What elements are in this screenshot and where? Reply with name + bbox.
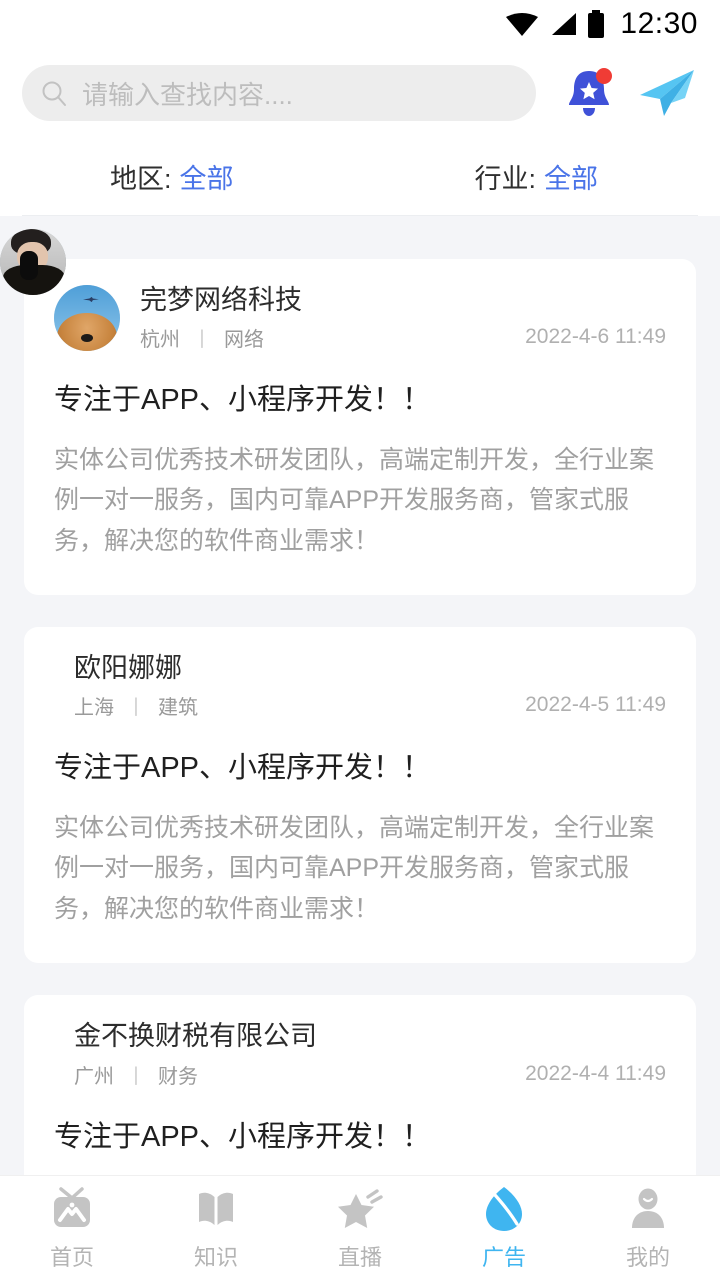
author-industry: 建筑	[158, 697, 198, 720]
author-industry: 网络	[224, 329, 264, 352]
avatar[interactable]	[0, 229, 66, 295]
tab-ads[interactable]: 广告	[432, 1185, 576, 1272]
meta-separator: 丨	[126, 697, 146, 720]
card-header: 完梦网络科技 杭州 丨 网络 2022-4-6 11:49	[54, 285, 666, 352]
author-meta: 杭州 丨 网络	[140, 323, 525, 352]
card-description: 实体公司优秀技术研发团队，高端定制开发，全行业案例一对一服务，国内可靠APP开发…	[54, 813, 655, 923]
industry-filter-value: 全部	[544, 164, 598, 194]
search-icon	[42, 81, 66, 106]
header: 请输入查找内容.... 地区: 全部 行业: 全部	[0, 48, 720, 216]
wifi-icon	[506, 13, 539, 36]
battery-icon	[588, 10, 605, 38]
industry-filter[interactable]: 行业: 全部	[474, 157, 598, 196]
card-title: 专注于APP、小程序开发！！	[54, 752, 432, 785]
tab-ads-label: 广告	[481, 1244, 526, 1270]
card-description: 实体公司优秀技术研发团队，高端定制开发，全行业案例一对一服务，国内可靠APP开发…	[54, 445, 655, 555]
region-filter-label: 地区:	[110, 164, 172, 194]
paper-plane-icon	[640, 70, 694, 116]
author-name: 完梦网络科技	[140, 285, 302, 315]
region-filter[interactable]: 地区: 全部	[110, 157, 234, 196]
card-timestamp: 2022-4-4 11:49	[525, 1061, 666, 1085]
bell-star-icon	[569, 68, 612, 116]
tab-mine[interactable]: 我的	[576, 1185, 720, 1272]
cellular-signal-icon	[552, 13, 577, 35]
tab-knowledge-label: 知识	[193, 1244, 238, 1270]
status-bar-time: 12:30	[620, 7, 698, 40]
card-timestamp: 2022-4-6 11:49	[525, 325, 666, 349]
card-header: 欧阳娜娜 上海 丨 建筑 2022-4-5 11:49	[0, 229, 666, 720]
card-author: 欧阳娜娜 上海 丨 建筑	[74, 653, 525, 720]
filter-row: 地区: 全部 行业: 全部	[22, 138, 698, 216]
tab-mine-label: 我的	[625, 1244, 670, 1270]
tab-home-label: 首页	[49, 1244, 94, 1270]
feed-card[interactable]: 欧阳娜娜 上海 丨 建筑 2022-4-5 11:49 专注于APP、小程序开发…	[0, 229, 696, 964]
notification-button[interactable]	[558, 65, 620, 121]
search-input[interactable]: 请输入查找内容....	[22, 65, 536, 121]
card-header: 金不换财税有限公司 广州 丨 财务 2022-4-4 11:49	[0, 229, 666, 1088]
author-name: 欧阳娜娜	[74, 653, 182, 684]
feed-list[interactable]: 完梦网络科技 杭州 丨 网络 2022-4-6 11:49 专注于APP、小程序…	[0, 229, 720, 1175]
author-city: 上海	[74, 697, 114, 720]
card-author: 金不换财税有限公司 广州 丨 财务	[74, 1021, 525, 1088]
author-meta: 上海 丨 建筑	[74, 691, 525, 720]
status-bar: 12:30	[0, 0, 720, 48]
author-name: 金不换财税有限公司	[74, 1021, 317, 1052]
industry-filter-label: 行业:	[474, 164, 536, 194]
meta-separator: 丨	[126, 1065, 146, 1088]
tab-knowledge[interactable]: 知识	[144, 1185, 288, 1272]
star-live-icon	[337, 1185, 383, 1233]
feed-card[interactable]: 金不换财税有限公司 广州 丨 财务 2022-4-4 11:49 专注于APP、…	[0, 229, 696, 1175]
book-icon	[193, 1185, 239, 1233]
leaf-ad-icon	[481, 1185, 527, 1233]
card-title: 专注于APP、小程序开发！！	[54, 1120, 432, 1153]
search-placeholder: 请输入查找内容....	[82, 79, 293, 110]
region-filter-value: 全部	[179, 164, 234, 194]
tab-home[interactable]: 首页	[0, 1185, 144, 1272]
send-button[interactable]	[636, 68, 698, 118]
person-icon	[625, 1185, 671, 1233]
tab-live-label: 直播	[337, 1244, 382, 1270]
card-timestamp: 2022-4-5 11:49	[525, 693, 666, 717]
author-industry: 财务	[158, 1065, 198, 1088]
home-tv-icon	[49, 1185, 95, 1233]
author-city: 杭州	[140, 329, 180, 352]
feed-card[interactable]: 完梦网络科技 杭州 丨 网络 2022-4-6 11:49 专注于APP、小程序…	[24, 259, 696, 596]
meta-separator: 丨	[192, 329, 212, 352]
search-row: 请输入查找内容....	[22, 48, 698, 138]
tab-live[interactable]: 直播	[288, 1185, 432, 1272]
notification-badge-dot	[596, 68, 612, 84]
author-meta: 广州 丨 财务	[74, 1060, 525, 1089]
card-title: 专注于APP、小程序开发！！	[54, 384, 432, 417]
card-author: 完梦网络科技 杭州 丨 网络	[140, 285, 525, 352]
bottom-tab-bar: 首页 知识 直播 广告 我的	[0, 1175, 720, 1280]
author-city: 广州	[74, 1065, 114, 1088]
